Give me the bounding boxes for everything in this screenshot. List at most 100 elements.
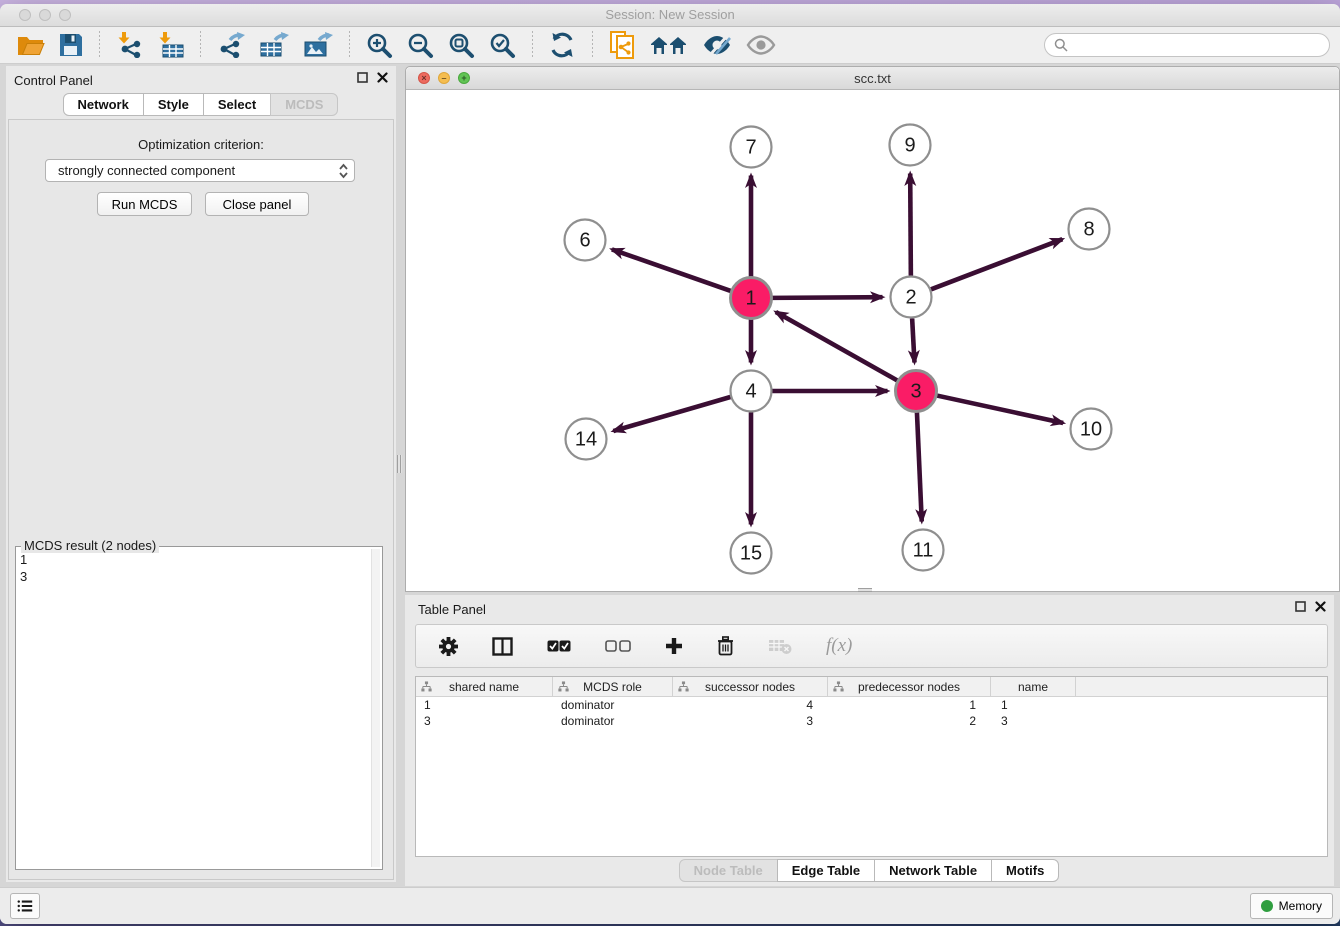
- table-cell[interactable]: 1: [416, 698, 553, 712]
- graph-edge-3-11[interactable]: [917, 412, 922, 521]
- table-settings-button[interactable]: [436, 635, 461, 658]
- column-header-name[interactable]: name: [991, 677, 1076, 696]
- table-cell[interactable]: dominator: [553, 698, 673, 712]
- panel-splitter-handle[interactable]: [397, 455, 402, 473]
- table-cell[interactable]: 2: [828, 714, 991, 728]
- first-neighbors-button[interactable]: [647, 32, 691, 58]
- column-header-predecessor-nodes[interactable]: predecessor nodes: [828, 677, 991, 696]
- zoom-in-button[interactable]: [363, 30, 396, 61]
- criterion-select[interactable]: strongly connected component: [45, 159, 355, 182]
- network-canvas[interactable]: 7968124314101511: [406, 89, 1339, 591]
- graph-edge-2-3[interactable]: [912, 318, 914, 362]
- control-panel-tabs: NetworkStyleSelectMCDS: [6, 93, 396, 116]
- graph-node-label: 2: [905, 287, 916, 309]
- toggle-style-button[interactable]: [699, 32, 735, 58]
- table-row[interactable]: 1dominator411: [416, 697, 1327, 713]
- mcds-result-box: MCDS result (2 nodes) 13: [15, 546, 383, 870]
- close-panel-button[interactable]: Close panel: [205, 192, 309, 216]
- mcds-result-line: 3: [20, 568, 370, 585]
- toolbar-separator: [532, 31, 533, 59]
- export-table-button[interactable]: [256, 30, 292, 60]
- zoom-selected-button[interactable]: [486, 30, 519, 61]
- export-image-icon: [303, 32, 333, 58]
- export-table-icon: [259, 32, 289, 58]
- zoom-fit-button[interactable]: [445, 30, 478, 61]
- tab-select[interactable]: Select: [203, 93, 271, 116]
- network-window-title: scc.txt: [406, 71, 1339, 86]
- open-file-button[interactable]: [14, 32, 48, 59]
- tab-mcds[interactable]: MCDS: [270, 93, 338, 116]
- list-icon: [17, 898, 33, 914]
- refresh-button[interactable]: [546, 30, 579, 60]
- graph-edge-1-6[interactable]: [612, 249, 731, 291]
- search-input[interactable]: [1073, 37, 1320, 54]
- deselect-all-button[interactable]: [602, 638, 634, 654]
- save-icon: [59, 33, 83, 57]
- export-network-icon: [217, 32, 245, 58]
- tab-network[interactable]: Network: [63, 93, 144, 116]
- table-row[interactable]: 3dominator323: [416, 713, 1327, 729]
- zoom-out-icon: [407, 32, 434, 59]
- tab-network-table[interactable]: Network Table: [874, 859, 992, 882]
- float-panel-icon[interactable]: [1295, 601, 1306, 612]
- table-toolbar: f(x): [415, 624, 1328, 668]
- network-splitter-handle[interactable]: [858, 588, 872, 592]
- tab-motifs[interactable]: Motifs: [991, 859, 1059, 882]
- result-scrollbar[interactable]: [371, 549, 380, 867]
- clone-network-button[interactable]: [606, 29, 639, 61]
- graph-edge-2-9[interactable]: [910, 173, 911, 275]
- graph-edge-4-14[interactable]: [613, 397, 730, 431]
- import-table-button[interactable]: [154, 30, 187, 60]
- table-cell[interactable]: 3: [673, 714, 828, 728]
- zoom-out-button[interactable]: [404, 30, 437, 61]
- zoom-fit-icon: [448, 32, 475, 59]
- graph-edge-3-10[interactable]: [937, 396, 1063, 423]
- delete-column-button[interactable]: [714, 634, 737, 658]
- close-panel-icon[interactable]: [377, 72, 388, 83]
- float-panel-icon[interactable]: [357, 72, 368, 83]
- show-columns-button[interactable]: [489, 635, 516, 658]
- optimization-criterion-label: Optimization criterion:: [9, 137, 393, 152]
- graph-edge-1-2[interactable]: [772, 297, 882, 298]
- table-cell[interactable]: dominator: [553, 714, 673, 728]
- export-network-button[interactable]: [214, 30, 248, 60]
- tab-style[interactable]: Style: [143, 93, 204, 116]
- gear-icon: [439, 637, 458, 656]
- function-builder-button[interactable]: f(x): [823, 633, 855, 659]
- tab-edge-table[interactable]: Edge Table: [777, 859, 875, 882]
- column-header-shared-name[interactable]: shared name: [416, 677, 553, 696]
- mcds-result-list: 13: [20, 551, 370, 867]
- table-cell[interactable]: 1: [828, 698, 991, 712]
- column-header-MCDS-role[interactable]: MCDS role: [553, 677, 673, 696]
- import-network-button[interactable]: [113, 30, 146, 60]
- plus-icon: [665, 637, 683, 655]
- select-all-icon: [547, 640, 571, 652]
- export-image-button[interactable]: [300, 30, 336, 60]
- toggle-visibility-button[interactable]: [743, 33, 779, 57]
- graph-edge-3-1[interactable]: [776, 312, 897, 380]
- table-cell[interactable]: 3: [416, 714, 553, 728]
- column-header-successor-nodes[interactable]: successor nodes: [673, 677, 828, 696]
- add-column-button[interactable]: [662, 635, 686, 657]
- save-session-button[interactable]: [56, 31, 86, 59]
- run-mcds-button[interactable]: Run MCDS: [97, 192, 192, 216]
- style-eye-icon: [702, 34, 732, 56]
- graph-node-label: 3: [910, 381, 921, 403]
- memory-button[interactable]: Memory: [1250, 893, 1333, 919]
- mcds-panel: Optimization criterion: strongly connect…: [8, 119, 394, 880]
- tab-node-table[interactable]: Node Table: [679, 859, 778, 882]
- select-all-button[interactable]: [544, 638, 574, 654]
- tree-column-icon: [558, 681, 569, 692]
- task-history-button[interactable]: [10, 893, 40, 919]
- trash-icon: [717, 636, 734, 656]
- table-panel-title: Table Panel: [418, 602, 486, 617]
- table-cell[interactable]: 4: [673, 698, 828, 712]
- graph-edge-2-8[interactable]: [931, 239, 1062, 289]
- main-toolbar: [0, 27, 1340, 64]
- delete-table-button[interactable]: [765, 636, 795, 657]
- table-cell[interactable]: 3: [991, 714, 1076, 728]
- table-cell[interactable]: 1: [991, 698, 1076, 712]
- close-panel-icon[interactable]: [1315, 601, 1326, 612]
- zoom-selected-icon: [489, 32, 516, 59]
- network-window-titlebar[interactable]: × – + scc.txt: [406, 67, 1339, 90]
